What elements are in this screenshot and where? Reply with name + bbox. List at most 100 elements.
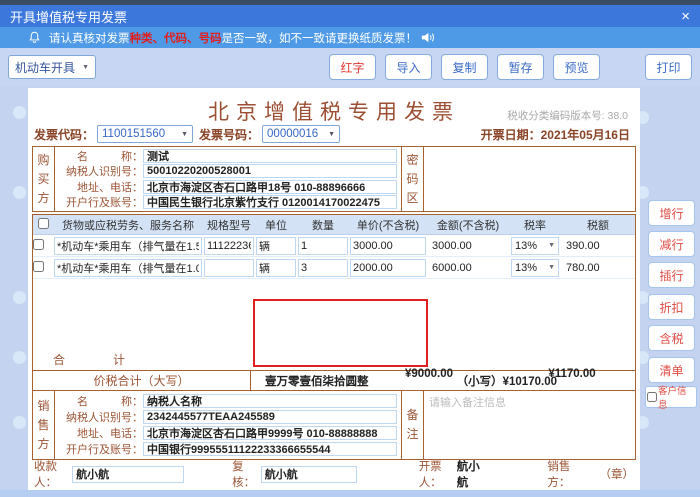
item-name-input[interactable]: [54, 237, 202, 255]
item-rate-select[interactable]: 13%▼: [511, 237, 559, 255]
item-qty-input[interactable]: [298, 259, 348, 277]
invoice-number-label: 发票号码：: [199, 126, 259, 143]
speaker-icon[interactable]: [420, 30, 435, 45]
select-all-checkbox[interactable]: [38, 218, 49, 229]
preview-button[interactable]: 预览: [553, 54, 600, 80]
red-ink-button[interactable]: 红字: [329, 54, 376, 80]
item-qty-input[interactable]: [298, 237, 348, 255]
invoice-code-select[interactable]: 1100151560 ▼: [97, 125, 193, 143]
password-zone-area: [423, 147, 635, 211]
list-button[interactable]: 清单: [648, 357, 695, 383]
invoice-number-select[interactable]: 00000016 ▼: [262, 125, 340, 143]
seller-taxid-label: 纳税人识别号：: [57, 409, 143, 425]
insert-row-button[interactable]: 插行: [648, 262, 695, 288]
chevron-down-icon: ▼: [175, 131, 188, 138]
grand-total-row: 价税合计（大写） 壹万零壹佰柒拾圆整 （小写）¥10170.00: [33, 370, 635, 390]
remark-input[interactable]: 请输入备注信息: [423, 391, 635, 459]
reviewer-input[interactable]: [261, 466, 357, 483]
item-rate-select[interactable]: 13%▼: [511, 259, 559, 277]
alert-text-pre: 请认真核对发票: [49, 33, 130, 45]
buyer-taxid-row: 纳税人识别号：: [57, 164, 397, 179]
seller-bank-field[interactable]: [143, 442, 397, 456]
header-rate: 税率: [509, 217, 561, 233]
close-icon[interactable]: ×: [681, 9, 690, 24]
item-spec-cell: [203, 259, 255, 277]
seller-bank-label: 开户行及账号：: [57, 441, 143, 457]
customer-info-checkbox[interactable]: [647, 392, 657, 402]
print-button[interactable]: 打印: [645, 54, 692, 80]
seller-taxid-field[interactable]: [143, 410, 397, 424]
invoice-footer: 收款人： 复核： 开票人： 航小航 销售方： （章）: [34, 464, 634, 484]
seller-section: 销售方 名 称： 纳税人识别号： 地址、电话： 开户行及账号：: [32, 390, 636, 460]
decorative-dot: [13, 291, 26, 304]
buyer-bank-row: 开户行及账号：: [57, 195, 397, 210]
window-title: 开具增值税专用发票: [10, 7, 127, 26]
remark-label-text: 备注: [407, 406, 419, 444]
header-tax: 税额: [561, 217, 635, 233]
issue-date: 开票日期：2021年05月16日: [481, 126, 630, 143]
buyer-section: 购买方 名 称： 纳税人识别号： 地址、电话： 开户行及账号：: [32, 146, 636, 212]
item-tax-value: 390.00: [561, 240, 635, 252]
tax-included-button[interactable]: 含税: [648, 325, 695, 351]
tax-code-version: 税收分类编码版本号: 38.0: [507, 108, 628, 123]
chevron-down-icon: ▼: [548, 264, 555, 271]
invoice-code-value: 1100151560: [102, 128, 165, 140]
item-name-cell: [53, 237, 203, 255]
item-name-input[interactable]: [54, 259, 202, 277]
buyer-name-row: 名 称：: [57, 148, 397, 163]
item-row: 6000.00 13%▼ 780.00: [33, 257, 635, 279]
main-area: 北京增值税专用发票 税收分类编码版本号: 38.0 发票代码： 11001515…: [0, 86, 700, 497]
item-unit-input[interactable]: [256, 237, 296, 255]
buyer-address-field[interactable]: [143, 180, 397, 194]
decorative-dot: [13, 351, 26, 364]
item-unit-input[interactable]: [256, 259, 296, 277]
customer-info-toggle[interactable]: 客户信息: [645, 386, 697, 408]
decorative-dot: [13, 106, 26, 119]
toolbar: 机动车开具 ▼ 红字 导入 复制 暂存 预览 打印: [0, 48, 700, 86]
item-unit-cell: [255, 259, 297, 277]
seller-name-label: 名 称：: [57, 393, 143, 409]
row-checkbox[interactable]: [33, 261, 44, 272]
save-draft-button[interactable]: 暂存: [497, 54, 544, 80]
seller-bank-row: 开户行及账号：: [57, 442, 397, 457]
row-checkbox[interactable]: [33, 239, 44, 250]
seller-address-field[interactable]: [143, 426, 397, 440]
chevron-down-icon: ▼: [322, 131, 335, 138]
password-zone-text: 密码区: [407, 151, 419, 208]
seller-name-field[interactable]: [143, 394, 397, 408]
invoice-type-select[interactable]: 机动车开具 ▼: [8, 55, 96, 79]
buyer-bank-label: 开户行及账号：: [57, 194, 143, 210]
item-rate-value: 13%: [515, 240, 537, 252]
item-spec-cell: [203, 237, 255, 255]
import-button[interactable]: 导入: [385, 54, 432, 80]
discount-button[interactable]: 折扣: [648, 294, 695, 320]
grand-total-small: （小写）¥10170.00: [457, 373, 557, 389]
customer-info-label: 客户信息: [658, 383, 695, 411]
payee-input[interactable]: [72, 466, 184, 483]
add-row-button[interactable]: 增行: [648, 200, 695, 226]
seal-placeholder: （章）: [599, 466, 634, 482]
items-table: 货物或应税劳务、服务名称 规格型号 单位 数量 单价(不含税) 金额(不含税) …: [32, 214, 636, 391]
buyer-name-label: 名 称：: [57, 148, 143, 164]
item-tax-value: 780.00: [561, 262, 635, 274]
alert-text: 请认真核对发票种类、代码、号码是否一致，如不一致请更换纸质发票！: [49, 30, 417, 46]
buyer-taxid-field[interactable]: [143, 164, 397, 178]
bottom-strip: [0, 490, 700, 497]
header-amount: 金额(不含税): [427, 217, 509, 233]
delete-row-button[interactable]: 减行: [648, 231, 695, 257]
buyer-fields: 名 称： 纳税人识别号： 地址、电话： 开户行及账号：: [55, 147, 401, 211]
item-name-cell: [53, 259, 203, 277]
header-price: 单价(不含税): [349, 217, 427, 233]
buyer-name-field[interactable]: [143, 149, 397, 163]
decorative-dot: [13, 416, 26, 429]
buyer-bank-field[interactable]: [143, 195, 397, 209]
item-price-input[interactable]: [350, 259, 426, 277]
seller-fields: 名 称： 纳税人识别号： 地址、电话： 开户行及账号：: [55, 391, 401, 459]
item-spec-input[interactable]: [204, 237, 254, 255]
item-price-input[interactable]: [350, 237, 426, 255]
copy-button[interactable]: 复制: [441, 54, 488, 80]
reviewer-label: 复核：: [232, 458, 261, 490]
item-spec-input[interactable]: [204, 259, 254, 277]
header-qty: 数量: [297, 217, 349, 233]
chevron-down-icon: ▼: [82, 64, 89, 71]
